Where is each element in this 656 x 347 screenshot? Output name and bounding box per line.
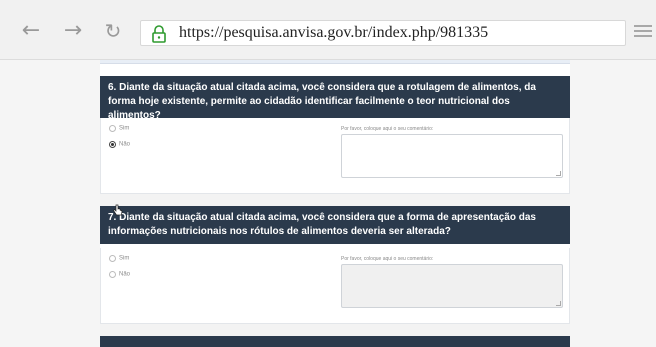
section-gap <box>100 194 570 206</box>
option-nao[interactable]: Não <box>109 141 130 148</box>
survey-form: 6. Diante da situação atual citada acima… <box>100 60 570 347</box>
url-text: https://pesquisa.anvisa.gov.br/index.php… <box>179 24 489 41</box>
question-6-body: Sim Não Por favor, coloque aqui o seu co… <box>100 118 570 194</box>
hand-cursor-icon <box>113 204 123 216</box>
radio-nao-selected[interactable] <box>109 141 116 148</box>
question-7-title: 7. Diante da situação atual citada acima… <box>100 206 570 244</box>
question-7-body: Sim Não Por favor, coloque aqui o seu co… <box>100 248 570 324</box>
resize-grip-icon[interactable] <box>556 171 561 176</box>
browser-toolbar: ← → ↻ https://pesquisa.anvisa.gov.br/ind… <box>0 0 656 60</box>
comment-label: Por favor, coloque aqui o seu comentário… <box>341 256 434 262</box>
previous-section-edge <box>100 60 570 64</box>
comment-textarea[interactable] <box>341 264 563 308</box>
arrow-left-icon[interactable]: ← <box>18 18 44 44</box>
lock-icon <box>152 25 166 43</box>
address-bar[interactable]: https://pesquisa.anvisa.gov.br/index.php… <box>140 20 626 46</box>
radio-sim[interactable] <box>109 125 116 132</box>
comment-label: Por favor, coloque aqui o seu comentário… <box>341 126 434 132</box>
radio-sim[interactable] <box>109 255 116 262</box>
radio-nao[interactable] <box>109 271 116 278</box>
section-gap <box>100 324 570 336</box>
option-nao[interactable]: Não <box>109 271 130 278</box>
option-sim[interactable]: Sim <box>109 255 129 262</box>
question-8-title <box>100 336 570 347</box>
comment-textarea[interactable] <box>341 134 563 178</box>
reload-icon[interactable]: ↻ <box>100 18 126 44</box>
resize-grip-icon[interactable] <box>556 301 561 306</box>
option-sim[interactable]: Sim <box>109 125 129 132</box>
page-viewport: 6. Diante da situação atual citada acima… <box>0 60 656 347</box>
arrow-right-icon[interactable]: → <box>60 18 86 44</box>
hamburger-menu-icon[interactable] <box>634 22 652 42</box>
